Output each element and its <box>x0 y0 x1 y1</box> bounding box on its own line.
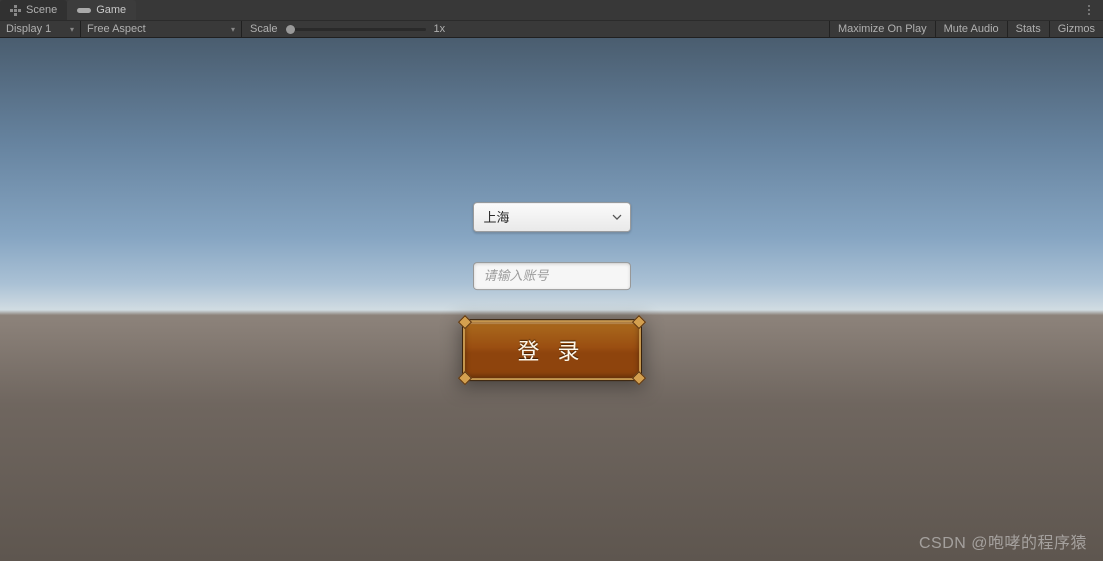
watermark-text: CSDN @咆哮的程序猿 <box>919 529 1087 553</box>
maximize-label: Maximize On Play <box>838 23 927 35</box>
scale-label: Scale <box>250 23 278 35</box>
game-viewport: 上海 登 录 CSDN @咆哮的程序猿 <box>0 38 1103 561</box>
mute-audio-button[interactable]: Mute Audio <box>935 21 1007 37</box>
mute-label: Mute Audio <box>944 23 999 35</box>
city-selected-label: 上海 <box>484 207 510 226</box>
tab-scene[interactable]: Scene <box>0 0 67 20</box>
aspect-dropdown[interactable]: Free Aspect ▾ <box>81 21 241 37</box>
tab-game[interactable]: Game <box>67 0 136 20</box>
display-dropdown[interactable]: Display 1 ▾ <box>0 21 80 37</box>
maximize-on-play-button[interactable]: Maximize On Play <box>829 21 935 37</box>
game-toolbar: Display 1 ▾ Free Aspect ▾ Scale 1x Maxim… <box>0 20 1103 38</box>
slider-thumb[interactable] <box>286 25 295 34</box>
chevron-down-icon <box>612 214 622 220</box>
scale-slider[interactable] <box>286 28 426 31</box>
login-button[interactable]: 登 录 <box>463 320 641 380</box>
kebab-menu-icon[interactable] <box>1081 0 1097 20</box>
stats-button[interactable]: Stats <box>1007 21 1049 37</box>
gizmos-button[interactable]: Gizmos <box>1049 21 1103 37</box>
login-form: 上海 登 录 <box>463 202 641 380</box>
username-field-wrapper <box>473 262 631 290</box>
chevron-down-icon: ▾ <box>231 25 235 34</box>
chevron-down-icon: ▾ <box>70 25 74 34</box>
tab-bar: Scene Game <box>0 0 1103 20</box>
username-input[interactable] <box>484 268 620 283</box>
gizmos-label: Gizmos <box>1058 23 1095 35</box>
scale-value: 1x <box>434 23 446 35</box>
tab-scene-label: Scene <box>26 4 57 16</box>
login-label: 登 录 <box>463 320 641 380</box>
game-icon <box>77 6 91 15</box>
scene-icon <box>10 5 21 16</box>
scale-control: Scale 1x <box>242 21 453 37</box>
tab-game-label: Game <box>96 4 126 16</box>
aspect-label: Free Aspect <box>87 23 146 35</box>
stats-label: Stats <box>1016 23 1041 35</box>
city-dropdown[interactable]: 上海 <box>473 202 631 232</box>
display-label: Display 1 <box>6 23 51 35</box>
